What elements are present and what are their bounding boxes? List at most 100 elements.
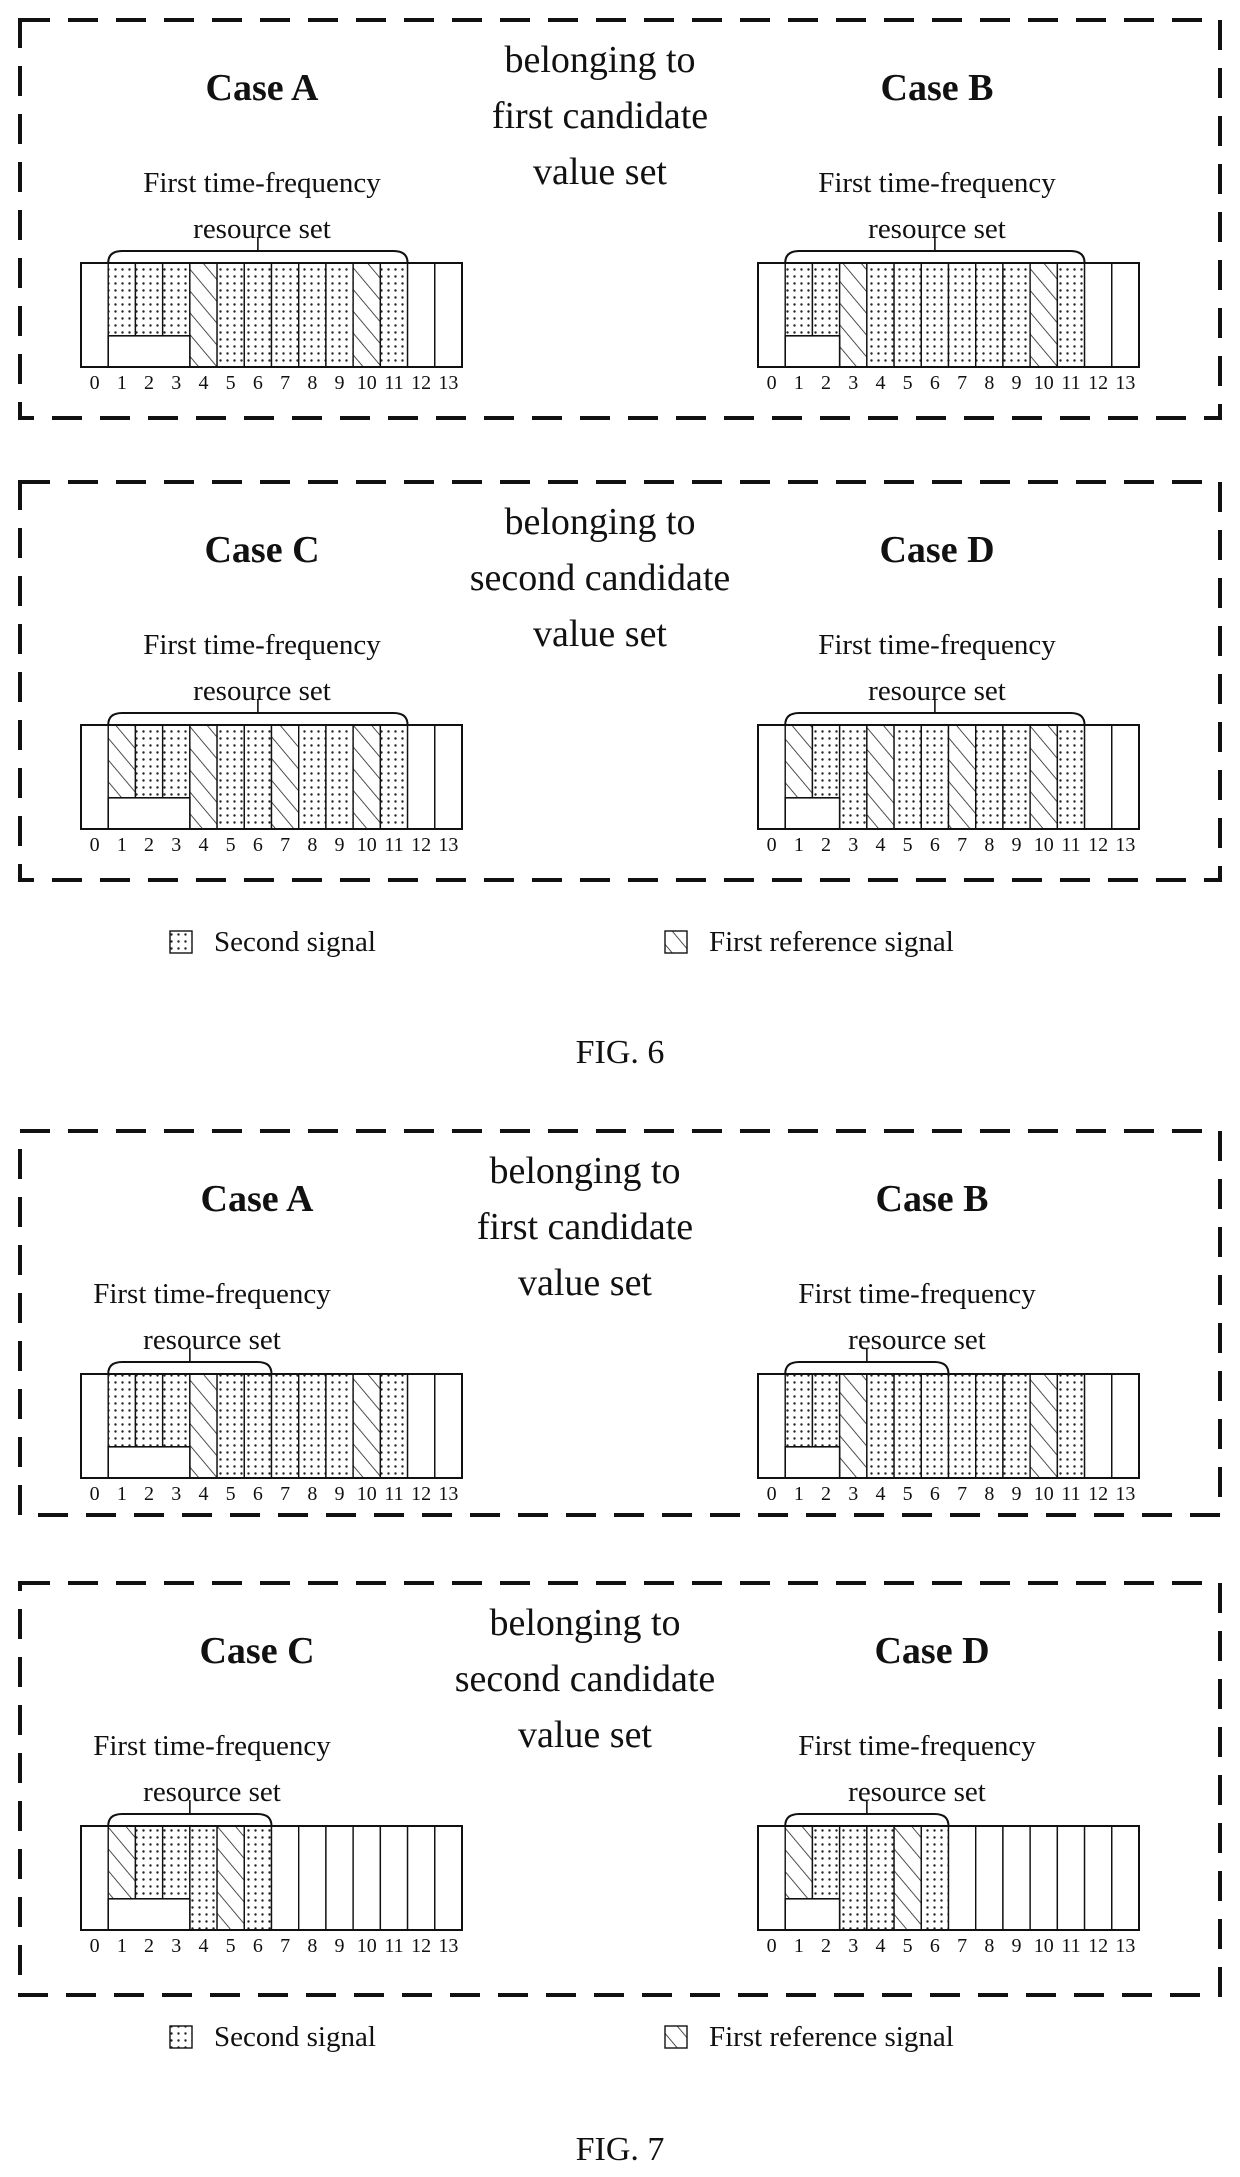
symbol-cell-white — [757, 1825, 786, 1931]
symbol-cell-hatch — [352, 1373, 382, 1479]
resource-set-brace — [784, 1813, 950, 1827]
symbol-index: 4 — [875, 1483, 885, 1505]
symbol-index: 10 — [357, 1483, 377, 1505]
symbol-index: 6 — [253, 1935, 263, 1957]
case-title: Case D — [874, 1630, 989, 1672]
resource-set-brace — [107, 250, 409, 264]
symbol-index: 6 — [930, 1935, 940, 1957]
symbol-index: 4 — [875, 1935, 885, 1957]
candidate-set-label-line: second candidate — [470, 557, 731, 599]
case-case-d: Case DFirst time-frequencyresource set0 1… — [757, 529, 1140, 856]
blank-region — [784, 796, 841, 830]
symbol-cell-dot — [379, 262, 409, 368]
symbol-index: 8 — [307, 1935, 317, 1957]
symbol-index: 0 — [767, 834, 777, 856]
candidate-set-label-line: value set — [518, 1714, 652, 1756]
symbol-index: 9 — [335, 1483, 345, 1505]
symbol-index: 0 — [90, 1935, 100, 1957]
symbol-index: 2 — [821, 1935, 831, 1957]
symbol-index: 4 — [198, 372, 208, 394]
symbol-index: 4 — [875, 834, 885, 856]
case-case-a: Case AFirst time-frequencyresource set0 1… — [80, 1178, 463, 1505]
symbol-cell-dot — [379, 1373, 409, 1479]
resource-set-label: First time-frequency — [798, 1730, 1036, 1762]
symbol-cell-white — [406, 1825, 436, 1931]
symbol-index: 9 — [335, 834, 345, 856]
resource-set-label: First time-frequency — [818, 167, 1056, 199]
symbol-index: 7 — [280, 834, 290, 856]
symbol-cell-white — [80, 1373, 109, 1479]
symbol-index: 9 — [1012, 372, 1022, 394]
symbol-cell-dot — [866, 262, 895, 368]
symbol-index: 1 — [794, 834, 804, 856]
symbol-index: 1 — [794, 372, 804, 394]
symbol-index: 0 — [90, 372, 100, 394]
case-title: Case C — [199, 1630, 314, 1672]
symbol-cell-hatch — [1029, 1373, 1059, 1479]
resource-set-label: resource set — [868, 213, 1006, 245]
resource-set-brace — [784, 250, 1086, 264]
symbol-cell-dot — [920, 724, 950, 830]
symbol-cell-white — [1029, 1825, 1059, 1931]
resource-set-label: First time-frequency — [818, 629, 1056, 661]
symbol-index: 2 — [821, 834, 831, 856]
symbol-index: 7 — [957, 1483, 967, 1505]
resource-set-label: resource set — [848, 1776, 986, 1808]
resource-set-brace — [784, 1361, 950, 1375]
symbol-cell-dot — [298, 262, 327, 368]
legend-label: Second signal — [214, 926, 376, 958]
case-group: belonging to first candidate value set Case… — [18, 18, 1222, 420]
symbol-index: 10 — [1034, 834, 1054, 856]
symbol-index: 11 — [384, 1483, 403, 1505]
resource-set-brace — [107, 1813, 273, 1827]
symbol-cell-white — [352, 1825, 382, 1931]
symbol-cell-dot — [893, 1373, 922, 1479]
symbol-index: 1 — [794, 1483, 804, 1505]
symbol-index: 6 — [930, 372, 940, 394]
symbol-index: 11 — [384, 834, 403, 856]
symbol-cell-white — [434, 262, 463, 368]
symbol-index: 3 — [171, 834, 181, 856]
case-title: Case B — [881, 67, 994, 109]
symbol-index: 0 — [767, 1935, 777, 1957]
symbol-cell-dot — [947, 262, 977, 368]
resource-set-label: First time-frequency — [143, 629, 381, 661]
symbol-index: 13 — [438, 372, 458, 394]
symbol-cell-dot — [216, 1373, 245, 1479]
symbol-cell-white — [406, 262, 436, 368]
symbol-cell-dot — [838, 724, 868, 830]
symbol-index: 13 — [1115, 372, 1135, 394]
symbol-index: 12 — [1088, 1935, 1108, 1957]
symbol-index: 5 — [226, 834, 236, 856]
symbol-cell-dot — [270, 262, 300, 368]
symbol-index: 10 — [357, 1935, 377, 1957]
symbol-index: 3 — [171, 1935, 181, 1957]
case-title: Case A — [201, 1178, 315, 1220]
blank-region — [784, 1898, 841, 1931]
symbol-index: 4 — [875, 372, 885, 394]
symbol-index: 6 — [930, 834, 940, 856]
symbol-cell-dot — [893, 724, 922, 830]
symbol-index: 12 — [411, 1483, 431, 1505]
legend-label: Second signal — [214, 2021, 376, 2053]
symbol-cell-dot — [298, 1373, 327, 1479]
symbol-index: 13 — [1115, 1935, 1135, 1957]
symbol-index: 8 — [984, 372, 994, 394]
symbol-cell-dot — [1056, 724, 1086, 830]
symbol-cell-hatch — [189, 1373, 218, 1479]
symbol-cell-hatch — [1029, 724, 1059, 830]
symbol-cell-white — [270, 1825, 300, 1931]
symbol-cell-white — [757, 262, 786, 368]
symbol-cell-white — [379, 1825, 409, 1931]
case-title: Case C — [204, 529, 319, 571]
symbol-cell-hatch — [352, 724, 382, 830]
symbol-cell-dot — [1002, 1373, 1031, 1479]
symbol-cell-dot — [243, 724, 273, 830]
symbol-cell-dot — [325, 724, 354, 830]
symbol-index: 9 — [1012, 1483, 1022, 1505]
symbol-index: 5 — [226, 372, 236, 394]
resource-set-label: First time-frequency — [143, 167, 381, 199]
symbol-index: 1 — [117, 372, 127, 394]
symbol-index: 7 — [957, 834, 967, 856]
symbol-index: 10 — [1034, 372, 1054, 394]
